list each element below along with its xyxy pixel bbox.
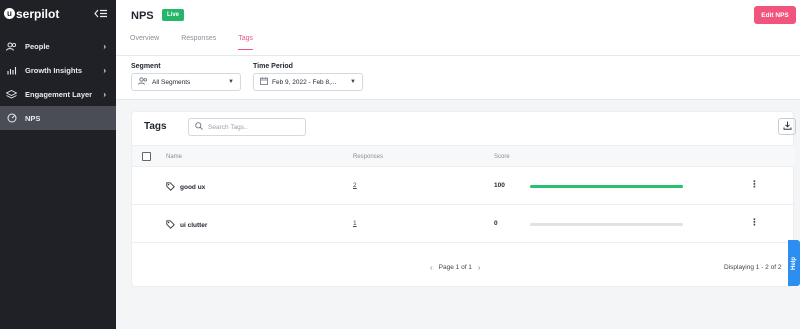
column-header-responses[interactable]: Responses (353, 154, 383, 160)
sidebar-item-growth-insights[interactable]: Growth Insights › (0, 58, 116, 82)
download-icon (783, 121, 792, 132)
prev-page-icon[interactable]: ‹ (430, 263, 433, 272)
search-tags-input[interactable]: Search Tags.. (188, 118, 306, 136)
pagination: ‹ Page 1 of 1 › (430, 263, 481, 272)
bar-chart-icon (5, 65, 18, 75)
table-header: Name Responses Score (132, 145, 795, 167)
tag-name: good ux (180, 184, 206, 191)
logo-mark: u (4, 8, 15, 19)
page-indicator: Page 1 of 1 (438, 264, 472, 271)
chevron-down-icon: ▼ (350, 79, 356, 85)
time-period-value: Feb 9, 2022 - Feb 8,... (272, 78, 337, 86)
tab-tags[interactable]: Tags (238, 33, 254, 50)
tag-name: ui clutter (180, 222, 208, 229)
more-options-icon[interactable]: ⋮ (750, 217, 759, 228)
sidebar-nav: People › Growth Insights › Engagement La… (0, 34, 116, 130)
tag-name-cell: ui clutter (166, 220, 207, 231)
tag-icon (166, 220, 175, 231)
table-row: ui clutter 1 0 ⋮ (132, 206, 795, 243)
brand-bar: u serpilot (0, 0, 116, 27)
page-header: NPS Live Edit NPS Overview Responses Tag… (116, 0, 800, 56)
chevron-right-icon: › (103, 41, 106, 51)
score-value: 100 (494, 182, 505, 189)
table-row: good ux 2 100 ⋮ (132, 168, 795, 205)
chevron-right-icon: › (103, 65, 106, 75)
tab-responses[interactable]: Responses (181, 33, 216, 50)
chevron-right-icon: › (103, 89, 106, 99)
chevron-down-icon: ▼ (228, 79, 234, 85)
tag-icon (166, 182, 175, 193)
sidebar: u serpilot People › Growth Insights › En… (0, 0, 116, 329)
search-icon (195, 122, 203, 132)
segment-value: All Segments (152, 78, 191, 86)
score-value: 0 (494, 220, 498, 227)
sidebar-item-people[interactable]: People › (0, 34, 116, 58)
responses-link[interactable]: 1 (353, 220, 357, 227)
responses-link[interactable]: 2 (353, 182, 357, 189)
card-title: Tags (144, 121, 167, 132)
displaying-count: Displaying 1 - 2 of 2 (724, 264, 782, 271)
tab-overview[interactable]: Overview (130, 33, 159, 50)
main-content: NPS Live Edit NPS Overview Responses Tag… (116, 0, 800, 329)
download-button[interactable] (778, 118, 796, 135)
calendar-icon (260, 77, 268, 87)
layers-icon (5, 89, 18, 99)
help-tab[interactable]: Help (788, 240, 800, 286)
column-header-score[interactable]: Score (494, 154, 510, 160)
time-period-select[interactable]: Feb 9, 2022 - Feb 8,... ▼ (253, 73, 363, 91)
select-all-checkbox[interactable] (142, 152, 151, 161)
edit-nps-button[interactable]: Edit NPS (754, 6, 796, 24)
segment-icon (138, 77, 148, 87)
collapse-sidebar-icon[interactable] (94, 9, 108, 18)
column-header-name[interactable]: Name (166, 154, 182, 160)
score-bar-fill (530, 185, 683, 188)
next-page-icon[interactable]: › (478, 263, 481, 272)
tag-name-cell: good ux (166, 182, 205, 193)
tab-bar: Overview Responses Tags (130, 33, 275, 50)
sidebar-item-label: Engagement Layer (25, 89, 93, 99)
logo-text: serpilot (16, 6, 60, 21)
page-title: NPS (131, 10, 154, 22)
sidebar-item-label: People (25, 41, 50, 51)
people-icon (5, 41, 18, 51)
segment-select[interactable]: All Segments ▼ (131, 73, 241, 91)
more-options-icon[interactable]: ⋮ (750, 179, 759, 190)
gauge-icon (5, 113, 18, 123)
sidebar-item-nps[interactable]: NPS (0, 106, 116, 130)
time-period-label: Time Period (253, 63, 293, 70)
sidebar-item-label: NPS (25, 113, 41, 123)
filter-bar: Segment All Segments ▼ Time Period Feb 9… (116, 56, 800, 100)
logo[interactable]: u serpilot (4, 7, 59, 21)
sidebar-item-engagement-layer[interactable]: Engagement Layer › (0, 82, 116, 106)
segment-label: Segment (131, 63, 161, 70)
score-bar (530, 185, 683, 188)
tags-card: Tags Search Tags.. Name Responses Score … (131, 111, 796, 287)
sidebar-item-label: Growth Insights (25, 65, 83, 75)
score-bar (530, 223, 683, 226)
status-badge: Live (162, 9, 185, 21)
search-placeholder: Search Tags.. (208, 123, 248, 131)
